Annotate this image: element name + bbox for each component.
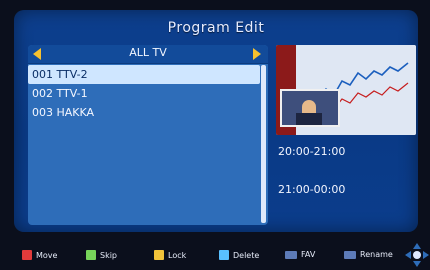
hint-skip[interactable]: Skip [86, 250, 117, 260]
epg-slot-2: 21:00-00:00 [278, 183, 346, 196]
channel-rows: 001 TTV-2 002 TTV-1 003 HAKKA [28, 65, 260, 122]
hint-move[interactable]: Move [22, 250, 57, 260]
scrollbar[interactable] [261, 65, 266, 223]
epg-slot-1: 20:00-21:00 [278, 145, 346, 158]
hint-fav[interactable]: FAV [285, 250, 315, 259]
hint-label: Skip [100, 250, 118, 260]
page-title: Program Edit [167, 20, 265, 36]
dpad-center-icon [413, 251, 421, 259]
green-key-icon [86, 250, 96, 260]
hint-label: Delete [233, 250, 260, 260]
dpad-up-icon [413, 243, 421, 249]
channel-label: 001 TTV-2 [32, 68, 88, 81]
channel-label: 002 TTV-1 [32, 87, 88, 100]
channel-list-panel: ALL TV 001 TTV-2 002 TTV-1 003 HAKKA [28, 45, 268, 225]
group-name: ALL TV [129, 46, 167, 59]
yellow-key-icon [154, 250, 164, 260]
channel-label: 003 HAKKA [32, 106, 95, 119]
dpad-icon [405, 243, 429, 267]
dpad-left-icon [405, 251, 411, 259]
channel-row-003[interactable]: 003 HAKKA [28, 103, 260, 122]
dpad-right-icon [423, 251, 429, 259]
hint-label: Rename [360, 250, 393, 259]
arrow-right-icon[interactable] [253, 48, 261, 60]
channel-row-002[interactable]: 002 TTV-1 [28, 84, 260, 103]
suit-shape [296, 113, 322, 125]
hint-lock[interactable]: Lock [154, 250, 186, 260]
blue-key-icon [219, 250, 229, 260]
group-selector[interactable]: ALL TV [28, 45, 268, 64]
red-key-icon [22, 250, 32, 260]
video-preview [276, 45, 416, 135]
dpad-down-icon [413, 261, 421, 267]
channel-row-001[interactable]: 001 TTV-2 [28, 65, 260, 84]
hint-label: FAV [301, 250, 316, 259]
hint-delete[interactable]: Delete [219, 250, 259, 260]
presenter-inset [280, 89, 340, 127]
fav-key-icon [285, 250, 297, 259]
rename-key-icon [344, 250, 356, 259]
hint-label: Move [36, 250, 58, 260]
hint-label: Lock [168, 250, 187, 260]
hint-rename[interactable]: Rename [344, 250, 393, 259]
